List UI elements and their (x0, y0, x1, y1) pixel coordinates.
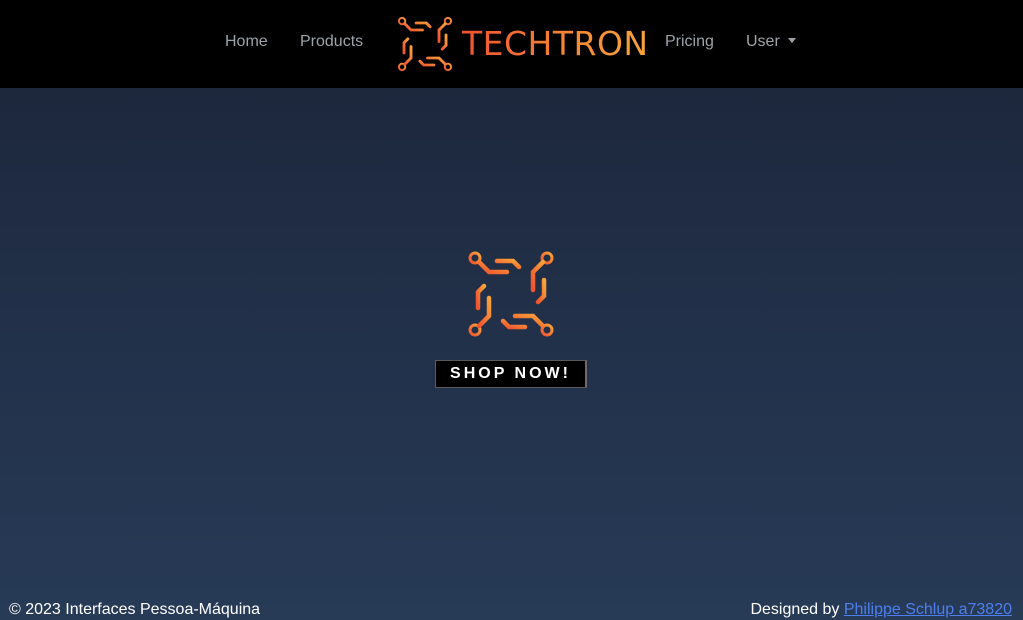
designer-link[interactable]: Philippe Schlup a73820 (844, 601, 1012, 618)
footer-credits: Designed by Philippe Schlup a73820 (750, 601, 1012, 619)
navbar: Home Products TECHTRON Pricing User (0, 0, 1023, 88)
nav-link-home[interactable]: Home (225, 33, 268, 51)
techtron-logo-icon (397, 16, 453, 72)
nav-link-products[interactable]: Products (300, 33, 363, 51)
nav-user-label: User (746, 33, 780, 50)
shop-now-button[interactable]: SHOP NOW! (435, 360, 587, 388)
nav-user-dropdown[interactable]: User (746, 33, 796, 51)
brand-logo[interactable]: TECHTRON (397, 16, 648, 72)
nav-link-pricing[interactable]: Pricing (665, 33, 714, 51)
brand-name: TECHTRON (462, 24, 649, 63)
footer-copyright: © 2023 Interfaces Pessoa-Máquina (9, 601, 261, 618)
hero-logo-icon (467, 250, 555, 338)
caret-down-icon (787, 38, 796, 43)
designed-by-label: Designed by (750, 601, 840, 618)
